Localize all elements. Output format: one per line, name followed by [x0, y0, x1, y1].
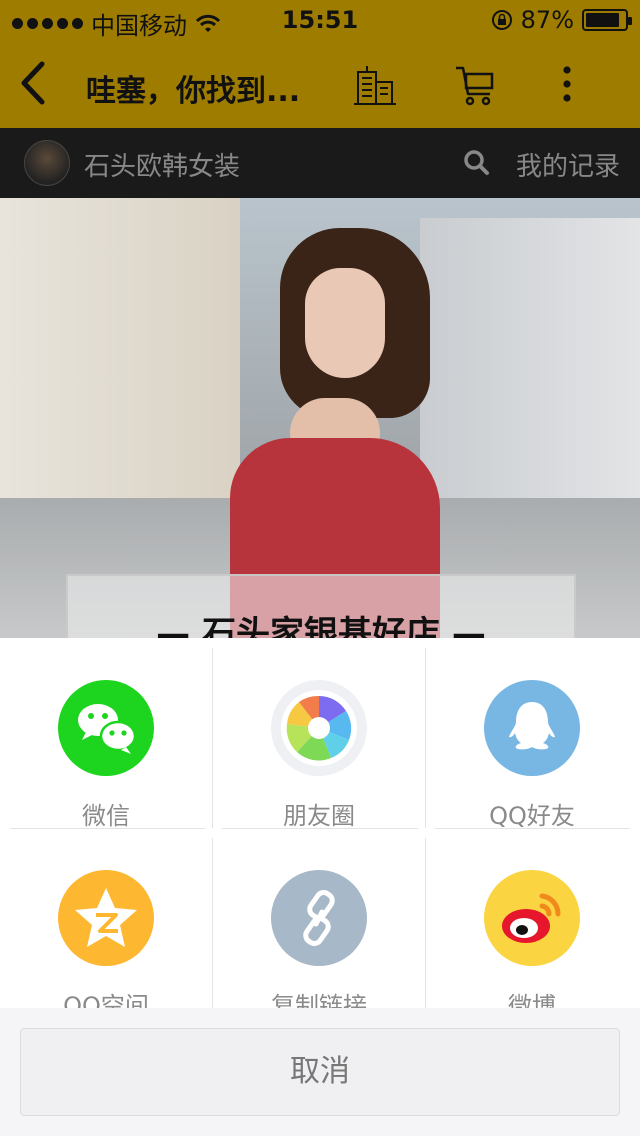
grid-divider — [435, 828, 630, 829]
weibo-icon — [484, 870, 580, 966]
battery-fill — [586, 13, 619, 27]
cart-icon[interactable] — [452, 62, 498, 108]
grid-divider — [212, 648, 213, 828]
shop-name[interactable]: 石头欧韩女装 — [84, 146, 240, 183]
share-item-label: 朋友圈 — [283, 802, 355, 830]
rotation-lock-icon — [491, 10, 512, 30]
battery-percent: 87% — [520, 6, 574, 34]
grid-divider — [425, 838, 426, 1008]
share-item-qzone[interactable]: QQ空间 — [0, 838, 212, 1023]
share-item-moments[interactable]: 朋友圈 — [213, 648, 425, 833]
grid-divider — [212, 838, 213, 1008]
grid-divider — [222, 828, 418, 829]
back-arrow-icon[interactable] — [14, 58, 54, 108]
status-right: 87% — [491, 6, 632, 34]
nav-bar: 哇塞，你找到... — [0, 40, 640, 128]
share-sheet: 微信 朋友圈 QQ好友 QQ空间 复制链接 微博 取消 — [0, 638, 640, 1136]
banner-building-right — [420, 218, 640, 518]
share-grid: 微信 朋友圈 QQ好友 QQ空间 复制链接 微博 — [0, 638, 640, 1020]
link-icon — [271, 870, 367, 966]
cancel-area: 取消 — [0, 1008, 640, 1136]
status-bar: 中国移动 15:51 87% — [0, 0, 640, 40]
qq-icon — [484, 680, 580, 776]
banner-building-left — [0, 198, 240, 498]
banner-image: — 石头家银基好店 — — [0, 198, 640, 638]
shop-building-icon[interactable] — [352, 62, 398, 108]
wechat-icon — [58, 680, 154, 776]
battery-icon — [582, 9, 632, 31]
qzone-icon — [58, 870, 154, 966]
moments-icon — [271, 680, 367, 776]
share-item-qq[interactable]: QQ好友 — [426, 648, 638, 833]
banner-title-card: — 石头家银基好店 — — [66, 574, 576, 638]
banner-model-face — [305, 268, 385, 378]
page-title: 哇塞，你找到... — [86, 74, 301, 109]
share-item-label: QQ好友 — [489, 802, 575, 830]
cancel-button[interactable]: 取消 — [20, 1028, 620, 1116]
my-records-link[interactable]: 我的记录 — [516, 146, 620, 183]
share-item-wechat[interactable]: 微信 — [0, 648, 212, 833]
share-item-label: 微信 — [82, 802, 130, 830]
shop-search-bar: 石头欧韩女装 我的记录 — [0, 128, 640, 198]
share-item-copy-link[interactable]: 复制链接 — [213, 838, 425, 1023]
shop-avatar[interactable] — [24, 140, 70, 186]
share-item-weibo[interactable]: 微博 — [426, 838, 638, 1023]
more-dots-icon[interactable] — [544, 62, 590, 108]
grid-divider — [10, 828, 205, 829]
search-icon[interactable] — [462, 148, 490, 176]
banner-title: — 石头家银基好店 — — [156, 614, 486, 638]
grid-divider — [425, 648, 426, 828]
